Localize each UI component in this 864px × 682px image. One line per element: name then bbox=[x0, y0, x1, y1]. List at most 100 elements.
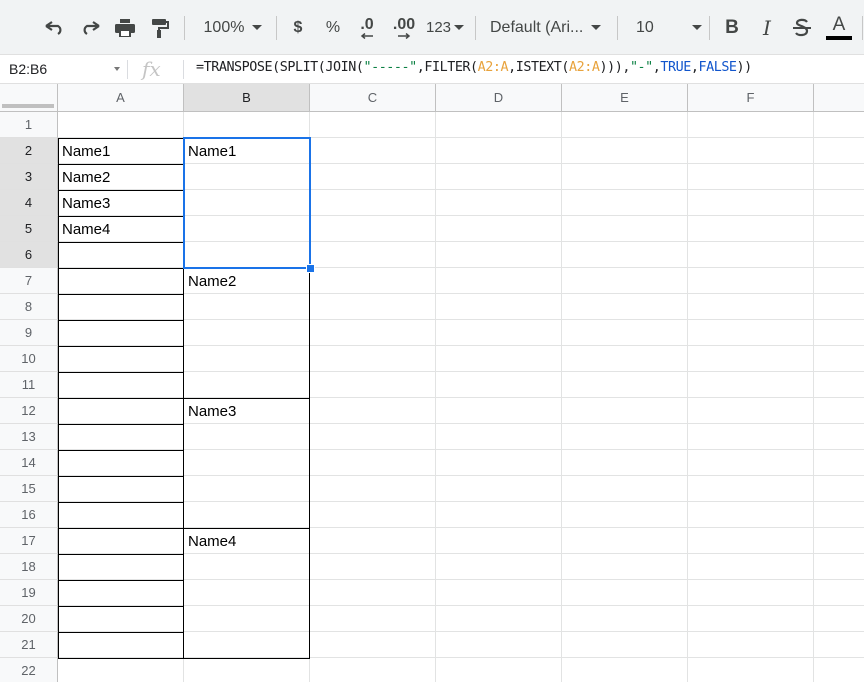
currency-format-button[interactable]: $ bbox=[286, 0, 310, 55]
row-header-12[interactable]: 12 bbox=[0, 398, 58, 424]
row-header-17[interactable]: 17 bbox=[0, 528, 58, 554]
font-size-value: 10 bbox=[636, 18, 654, 36]
column-header-a[interactable]: A bbox=[58, 84, 184, 112]
undo-icon bbox=[45, 20, 62, 35]
cell-border bbox=[58, 294, 184, 295]
cell-b12-merged[interactable]: Name3 bbox=[188, 403, 236, 421]
print-button[interactable] bbox=[111, 0, 139, 55]
more-formats-button[interactable]: 123 bbox=[424, 0, 466, 55]
row-header-10[interactable]: 10 bbox=[0, 346, 58, 372]
zoom-select[interactable]: 100% bbox=[196, 0, 270, 55]
column-header-c[interactable]: C bbox=[310, 84, 436, 112]
cell-a3[interactable]: Name2 bbox=[62, 169, 110, 187]
toolbar-divider bbox=[862, 16, 863, 40]
formula-token: A2:A bbox=[477, 60, 509, 75]
name-box-value: B2:B6 bbox=[9, 61, 48, 77]
more-formats-label: 123 bbox=[425, 19, 452, 36]
cell-border bbox=[58, 320, 184, 321]
cell-border bbox=[58, 398, 184, 399]
column-header-f[interactable]: F bbox=[688, 84, 814, 112]
font-size-select[interactable]: 10 bbox=[630, 0, 702, 55]
paint-format-button[interactable] bbox=[146, 0, 174, 55]
gridline-vertical bbox=[813, 112, 814, 682]
gridline-vertical bbox=[435, 112, 436, 682]
row-header-6[interactable]: 6 bbox=[0, 242, 58, 268]
cell-border bbox=[58, 632, 184, 633]
text-color-button[interactable]: A bbox=[824, 0, 854, 55]
row-header-18[interactable]: 18 bbox=[0, 554, 58, 580]
zoom-value: 100% bbox=[203, 18, 245, 36]
decrease-decimal-label: .0 bbox=[360, 15, 374, 33]
selection-range bbox=[183, 137, 311, 269]
toolbar-divider bbox=[276, 16, 277, 40]
cell-b17-merged[interactable]: Name4 bbox=[188, 533, 236, 551]
chevron-down-icon bbox=[454, 25, 465, 30]
row-header-4[interactable]: 4 bbox=[0, 190, 58, 216]
column-header-b[interactable]: B bbox=[184, 84, 310, 112]
cell-b7-merged[interactable]: Name2 bbox=[188, 273, 236, 291]
spreadsheet-grid[interactable]: ABCDEF 1 2 3 4 5 6 7 8 9 10 11 12 13 14 15 16 17 18 19 20 21… bbox=[0, 84, 864, 682]
cell-border bbox=[184, 398, 310, 399]
cell-border bbox=[58, 528, 184, 529]
cell-border bbox=[58, 554, 184, 555]
percent-format-button[interactable]: % bbox=[321, 0, 345, 55]
row-header-2[interactable]: 2 bbox=[0, 138, 58, 164]
row-header-22[interactable]: 22 bbox=[0, 658, 58, 682]
paint-format-icon bbox=[152, 18, 169, 38]
formula-bar-divider bbox=[183, 60, 184, 79]
strikethrough-icon bbox=[793, 18, 811, 36]
cell-border bbox=[58, 268, 184, 269]
row-header-9[interactable]: 9 bbox=[0, 320, 58, 346]
row-header-13[interactable]: 13 bbox=[0, 424, 58, 450]
chevron-down-icon bbox=[591, 25, 601, 30]
font-family-select[interactable]: Default (Ari... bbox=[490, 0, 610, 55]
select-all-corner[interactable] bbox=[0, 84, 58, 112]
formula-token: ))), bbox=[599, 60, 630, 75]
gridline-vertical bbox=[687, 112, 688, 682]
cell-a4[interactable]: Name3 bbox=[62, 195, 110, 213]
strikethrough-button[interactable] bbox=[790, 0, 814, 55]
italic-button[interactable]: I bbox=[755, 0, 779, 55]
column-header-d[interactable]: D bbox=[436, 84, 562, 112]
chevron-down-icon bbox=[692, 25, 702, 30]
undo-button[interactable] bbox=[40, 0, 70, 55]
cell-border bbox=[58, 658, 184, 659]
row-header-16[interactable]: 16 bbox=[0, 502, 58, 528]
row-header-21[interactable]: 21 bbox=[0, 632, 58, 658]
print-icon bbox=[115, 18, 135, 37]
fill-handle[interactable] bbox=[306, 264, 315, 273]
bold-button[interactable]: B bbox=[720, 0, 744, 55]
toolbar-divider bbox=[617, 16, 618, 40]
toolbar-divider bbox=[709, 16, 710, 40]
column-header-partial[interactable] bbox=[814, 84, 864, 112]
cell-a2[interactable]: Name1 bbox=[62, 143, 110, 161]
row-header-19[interactable]: 19 bbox=[0, 580, 58, 606]
row-header-15[interactable]: 15 bbox=[0, 476, 58, 502]
text-color-swatch bbox=[826, 35, 852, 40]
row-header-1[interactable]: 1 bbox=[0, 112, 58, 138]
formula-bar-divider bbox=[127, 60, 128, 79]
formula-bar: B2:B6 fx =TRANSPOSE(SPLIT(JOIN("-----",F… bbox=[0, 55, 864, 84]
formula-token: =TRANSPOSE(SPLIT(JOIN( bbox=[196, 60, 364, 75]
row-header-5[interactable]: 5 bbox=[0, 216, 58, 242]
cell-border bbox=[58, 164, 184, 165]
column-header-e[interactable]: E bbox=[562, 84, 688, 112]
row-header-8[interactable]: 8 bbox=[0, 294, 58, 320]
cell-a5[interactable]: Name4 bbox=[62, 221, 110, 239]
arrow-left-icon bbox=[360, 32, 373, 39]
row-header-3[interactable]: 3 bbox=[0, 164, 58, 190]
toolbar: 100% $ % .0 .00 123 Default (Ari... 10 B… bbox=[0, 0, 864, 55]
decrease-decimal-button[interactable]: .0 bbox=[354, 0, 380, 55]
row-header-20[interactable]: 20 bbox=[0, 606, 58, 632]
cell-border bbox=[58, 450, 184, 451]
redo-button[interactable] bbox=[75, 0, 105, 55]
name-box[interactable]: B2:B6 bbox=[0, 55, 127, 83]
increase-decimal-button[interactable]: .00 bbox=[389, 0, 419, 55]
cell-border bbox=[184, 658, 310, 659]
arrow-right-icon bbox=[398, 32, 411, 39]
row-header-11[interactable]: 11 bbox=[0, 372, 58, 398]
row-header-7[interactable]: 7 bbox=[0, 268, 58, 294]
formula-input[interactable]: =TRANSPOSE(SPLIT(JOIN("-----",FILTER(A2:… bbox=[196, 55, 752, 83]
cell-border bbox=[58, 580, 184, 581]
row-header-14[interactable]: 14 bbox=[0, 450, 58, 476]
